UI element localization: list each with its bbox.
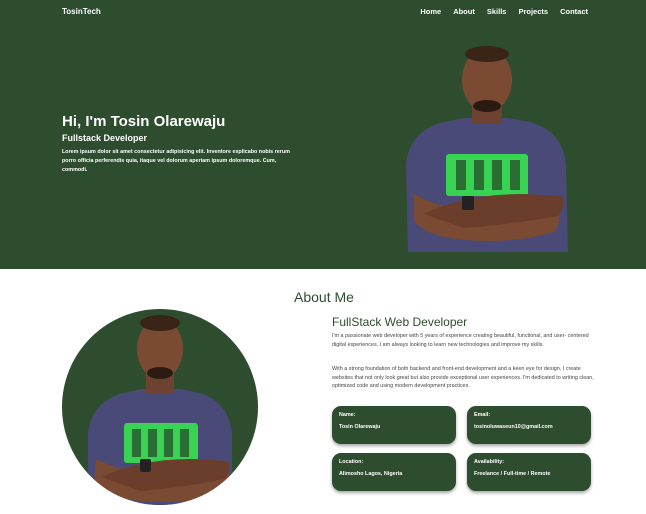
profile-photo-circle [62,309,258,505]
info-card-value: Tosin Olarewaju [339,424,381,430]
nav-item-home[interactable]: Home [420,7,441,16]
hero-description: Lorem ipsum dolor sit amet consectetur a… [62,149,290,173]
nav-item-skills[interactable]: Skills [487,7,507,16]
hero-title: Hi, I'm Tosin Olarewaju [62,113,226,130]
info-card-label: Availability: [474,459,505,465]
info-card-value[interactable]: tosinoluwaseun10@gmail.com [474,424,553,430]
info-card-availability: Availability: Freelance / Full-time / Re… [467,453,591,491]
nav-item-projects[interactable]: Projects [518,7,548,16]
info-card-value: Alimosho Lagos, Nigeria [339,471,403,477]
info-card-label: Name: [339,412,356,418]
profile-photo [406,46,568,252]
nav-item-about[interactable]: About [453,7,475,16]
info-card-label: Email: [474,412,491,418]
info-card-label: Location: [339,459,364,465]
hero-subtitle: Fullstack Developer [62,133,148,143]
about-paragraph-2: With a strong foundation of both backend… [332,366,594,390]
nav-item-contact[interactable]: Contact [560,7,588,16]
brand-logo[interactable]: TosinTech [62,7,101,16]
about-paragraph-1: I'm a passionate web developer with 5 ye… [332,333,589,348]
about-subtitle: FullStack Web Developer [332,315,468,329]
hero-section: TosinTech Home About Skills Projects Con… [0,0,646,269]
info-card-value: Freelance / Full-time / Remote [474,471,551,477]
info-card-location: Location: Alimosho Lagos, Nigeria [332,453,456,491]
main-nav: Home About Skills Projects Contact [420,7,588,16]
info-card-email: Email: tosinoluwaseun10@gmail.com [467,406,591,444]
about-title: About Me [294,289,354,305]
info-card-name: Name: Tosin Olarewaju [332,406,456,444]
